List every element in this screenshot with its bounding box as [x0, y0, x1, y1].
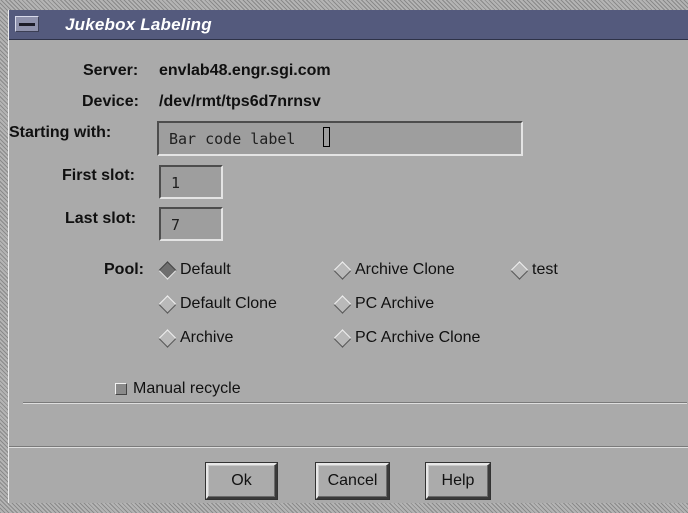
jukebox-labeling-dialog: Jukebox Labeling Server: envlab48.engr.s…: [8, 10, 688, 503]
manual-recycle-checkbox[interactable]: [115, 383, 127, 395]
radio-icon: [333, 329, 352, 348]
manual-recycle-label: Manual recycle: [133, 380, 241, 397]
last-slot-input[interactable]: 7: [159, 207, 223, 241]
radio-icon: [510, 261, 529, 280]
pool-label: Pool:: [104, 261, 144, 278]
window-title: Jukebox Labeling: [65, 15, 212, 34]
radio-icon: [158, 329, 177, 348]
radio-icon: [158, 295, 177, 314]
device-label: Device:: [82, 93, 139, 110]
radio-selected-icon: [158, 261, 177, 280]
starting-with-value: Bar code label: [169, 130, 296, 148]
radio-icon: [333, 295, 352, 314]
cancel-button[interactable]: Cancel: [315, 462, 390, 500]
window-menu-button[interactable]: [15, 16, 39, 32]
starting-with-label: Starting with:: [9, 124, 112, 141]
minus-icon: [19, 23, 35, 26]
last-slot-value: 7: [171, 216, 181, 234]
help-button[interactable]: Help: [425, 462, 491, 500]
radio-icon: [333, 261, 352, 280]
button-area-divider: [9, 446, 688, 448]
title-bar[interactable]: Jukebox Labeling: [9, 10, 688, 40]
device-value: /dev/rmt/tps6d7nrnsv: [159, 93, 321, 110]
first-slot-label: First slot:: [62, 167, 135, 184]
first-slot-input[interactable]: 1: [159, 165, 223, 199]
server-label: Server:: [83, 62, 139, 79]
first-slot-value: 1: [171, 174, 181, 192]
starting-with-input[interactable]: Bar code label: [157, 121, 523, 156]
divider: [23, 402, 687, 404]
ok-button[interactable]: Ok: [205, 462, 278, 500]
text-cursor-icon: [323, 127, 330, 147]
desktop-background: Jukebox Labeling Server: envlab48.engr.s…: [0, 0, 688, 513]
server-value: envlab48.engr.sgi.com: [159, 62, 331, 79]
last-slot-label: Last slot:: [65, 210, 137, 227]
